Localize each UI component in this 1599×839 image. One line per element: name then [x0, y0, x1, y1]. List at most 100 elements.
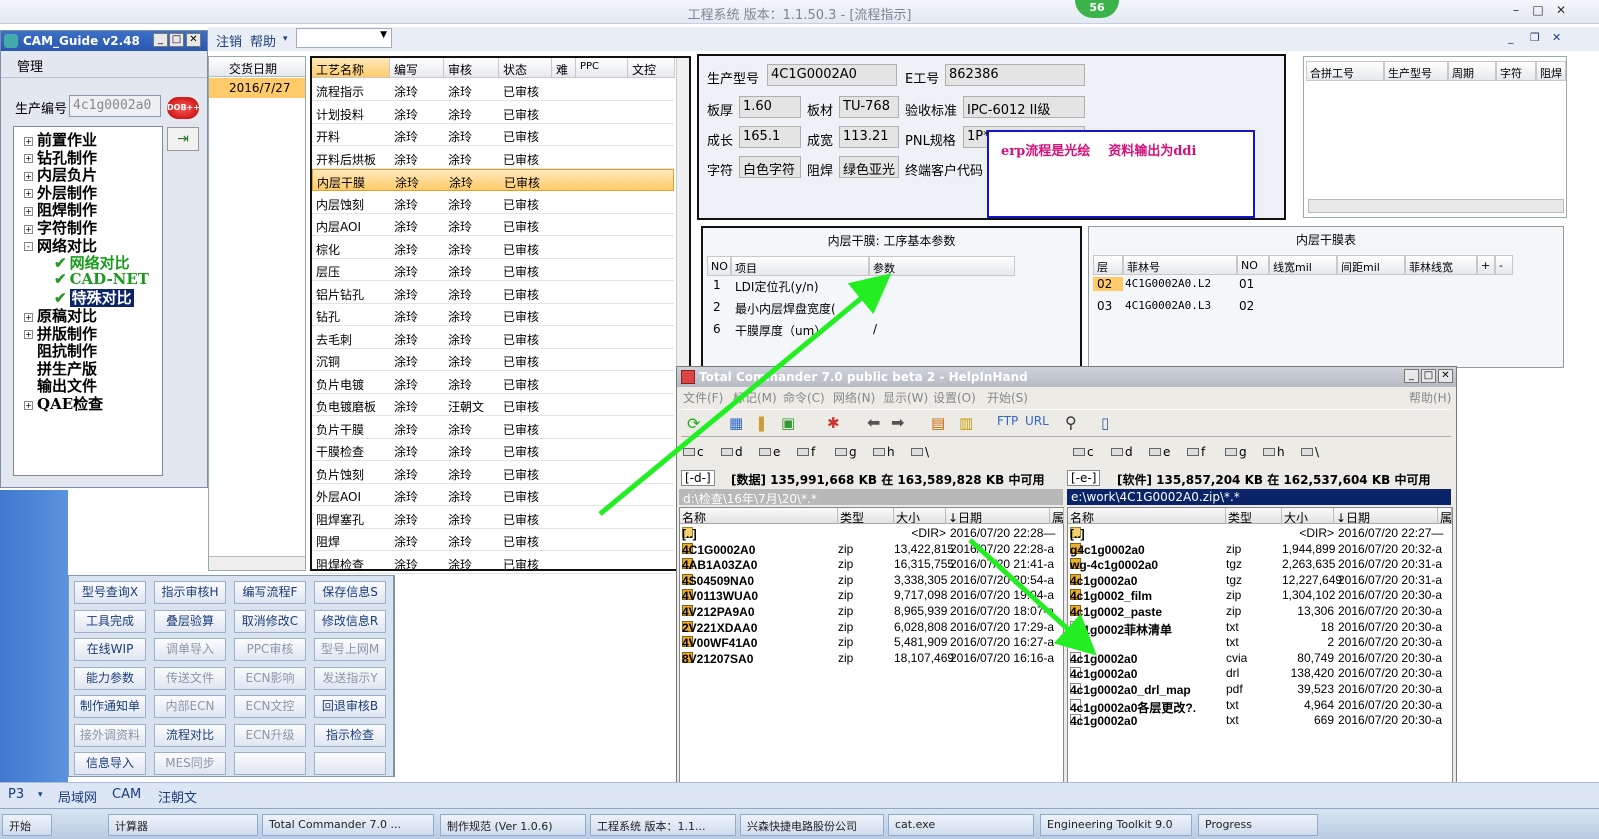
process-row[interactable]: 负片干膜 涂玲 涂玲 已审核	[312, 417, 674, 439]
column-header[interactable]: 大小	[894, 508, 946, 524]
file-row[interactable]: 4c1g0002a0 txt 669 2016/07/20 20:30-a	[1068, 712, 1452, 728]
param-value[interactable]: N	[873, 278, 882, 292]
drive-button[interactable]: e	[759, 445, 780, 459]
taskbar-item[interactable]: 开始	[2, 814, 52, 836]
cam-minimize-button[interactable]: _	[153, 33, 168, 47]
tc-minimize-button[interactable]: _	[1404, 369, 1419, 383]
prod-number-input[interactable]: 4c1g0002a0	[69, 95, 161, 117]
column-header[interactable]: 项目	[731, 256, 869, 276]
field-value[interactable]: 白色字符	[739, 156, 801, 178]
process-row[interactable]: 内层蚀刻 涂玲 涂玲 已审核	[312, 192, 674, 214]
column-header[interactable]: 名称	[680, 508, 838, 524]
left-drive-select[interactable]: [-d-]	[681, 470, 715, 486]
column-header[interactable]: 字符	[1496, 61, 1536, 81]
view-icon[interactable]: ▦	[729, 414, 743, 432]
action-button[interactable]: 能力参数	[74, 666, 146, 690]
process-row[interactable]: 负片电镀 涂玲 涂玲 已审核	[312, 372, 674, 394]
action-button[interactable]	[234, 752, 306, 775]
tc-menu-item[interactable]: 文件(F)	[683, 389, 723, 406]
column-header[interactable]: 参数	[869, 256, 1015, 276]
drive-button[interactable]: g	[1225, 445, 1247, 459]
notepad-icon[interactable]: ▯	[1101, 414, 1109, 432]
expand-toggle-icon[interactable]: +	[24, 154, 33, 164]
process-row[interactable]: 铝片钻孔 涂玲 涂玲 已审核	[312, 282, 674, 304]
file-row[interactable]: 8V21207SA0 zip 18,107,469 2016/07/20 16:16-…	[680, 650, 1064, 666]
taskbar-item[interactable]: Progress	[1198, 814, 1318, 836]
column-header[interactable]: 合拼工号	[1306, 61, 1384, 81]
drive-button[interactable]: h	[873, 445, 895, 459]
menu-combo[interactable]: ▼	[296, 28, 392, 48]
taskbar-item[interactable]: 兴森快捷电路股份公司	[740, 814, 884, 836]
tc-maximize-button[interactable]: □	[1421, 369, 1436, 383]
column-header[interactable]: 文控	[628, 58, 675, 78]
column-header[interactable]: 间距mil	[1337, 255, 1405, 275]
drive-button[interactable]: \	[1301, 445, 1319, 459]
drive-button[interactable]: f	[1187, 445, 1205, 459]
unpack-icon[interactable]: ▥	[959, 414, 973, 432]
action-button[interactable]: 指示审核H	[154, 581, 226, 604]
taskbar-item[interactable]: 工程系统 版本：1.1...	[590, 814, 736, 836]
action-button[interactable]: 指示检查	[314, 723, 386, 747]
action-button[interactable]: ECN影响	[234, 666, 306, 690]
file-row[interactable]: 4c1g0002a0 drl 138,420 2016/07/20 20:30-a	[1068, 665, 1452, 681]
process-row[interactable]: 干膜检查 涂玲 涂玲 已审核	[312, 439, 674, 461]
action-button[interactable]: 制作通知单	[74, 695, 146, 718]
expand-toggle-icon[interactable]: +	[24, 206, 33, 216]
column-header[interactable]: 大小	[1282, 508, 1334, 524]
process-row[interactable]: 阻焊塞孔 涂玲 涂玲 已审核	[312, 507, 674, 529]
expand-toggle-icon[interactable]: +	[24, 400, 33, 410]
field-value[interactable]: IPC-6012 II级	[963, 96, 1085, 118]
expand-toggle-icon[interactable]: +	[24, 136, 33, 146]
tc-menu-item[interactable]: 命令(C)	[783, 389, 825, 406]
column-header[interactable]: 层	[1093, 255, 1123, 275]
process-row[interactable]: 钻孔 涂玲 涂玲 已审核	[312, 304, 674, 326]
thumbnail-icon[interactable]: ▣	[781, 414, 795, 432]
ftp-icon[interactable]: FTP	[997, 414, 1018, 428]
tc-menu-item[interactable]: 标记(M)	[733, 389, 777, 406]
refresh-icon[interactable]: ⟳	[687, 414, 700, 433]
file-row[interactable]: 4c1g0002a0各层更改?. txt 4,964 2016/07/20 20:30…	[1068, 697, 1452, 715]
file-row[interactable]: 4c1g0002_film zip 1,304,102 2016/07/20 20:3…	[1068, 587, 1452, 603]
file-row[interactable]: 4S04509NA0 zip 3,338,305 2016/07/20 20:54-a	[680, 572, 1064, 588]
left-path-bar[interactable]: d:\检查\16年\7月\20\*.*	[679, 489, 1063, 506]
column-header[interactable]: 阻焊	[1536, 61, 1566, 81]
process-row[interactable]: 内层AOI 涂玲 涂玲 已审核	[312, 214, 674, 236]
process-row[interactable]: 阻焊 涂玲 涂玲 已审核	[312, 529, 674, 551]
drive-button[interactable]: e	[1149, 445, 1170, 459]
process-row[interactable]: 去毛刺 涂玲 涂玲 已审核	[312, 327, 674, 349]
action-button[interactable]: 取消修改C	[234, 609, 306, 633]
file-row[interactable]: 4c1g0002_paste zip 13,306 2016/07/20 20:30-…	[1068, 603, 1452, 619]
search-icon[interactable]: ⚲	[1065, 413, 1077, 432]
column-header[interactable]: 属	[1438, 508, 1452, 524]
column-header[interactable]: ↓日期	[946, 508, 1050, 524]
film-layer[interactable]: 03	[1093, 299, 1123, 313]
tab-user[interactable]: 汪朝文	[158, 787, 197, 806]
drive-button[interactable]: c	[1073, 445, 1094, 459]
file-row[interactable]: 4c1g0002a0_drl_map pdf 39,523 2016/07/20 20…	[1068, 681, 1452, 697]
action-button[interactable]: 调单导入	[154, 638, 226, 661]
expand-toggle-icon[interactable]: +	[24, 330, 33, 340]
action-button[interactable]: 信息导入	[74, 752, 146, 775]
file-row[interactable]: 4AB1A03ZA0 zip 16,315,755 2016/07/20 21:41-…	[680, 556, 1064, 572]
tab-lan[interactable]: 局域网	[58, 787, 97, 806]
exit-icon[interactable]: ⇥	[167, 127, 199, 151]
expand-toggle-icon[interactable]: +	[24, 189, 33, 199]
cam-menu-manage[interactable]: 管理	[17, 56, 43, 75]
field-value[interactable]: 862386	[945, 64, 1085, 86]
taskbar-item[interactable]: 制作规范 (Ver 1.0.6)	[440, 814, 586, 836]
field-value[interactable]: TU-768	[839, 96, 899, 118]
tc-menu-item[interactable]: 设置(O)	[933, 389, 976, 406]
field-value[interactable]: 1.60	[739, 96, 801, 118]
column-header[interactable]: 属	[1050, 508, 1064, 524]
action-button[interactable]: 修改信息R	[314, 609, 386, 633]
cam-close-button[interactable]: ✕	[186, 33, 201, 47]
taskbar-item[interactable]: cat.exe	[888, 814, 1034, 836]
column-header[interactable]: 难	[552, 58, 576, 78]
field-value[interactable]: 4C1G0002A0	[767, 64, 897, 86]
column-header[interactable]: PPC	[576, 58, 628, 78]
action-button[interactable]: 回退审核B	[314, 695, 386, 718]
process-row[interactable]: 负电镀磨板 涂玲 汪朝文 已审核	[312, 394, 674, 416]
action-button[interactable]: 传送文件	[154, 666, 226, 690]
field-value[interactable]: 165.1	[739, 126, 801, 148]
film-layer[interactable]: 02	[1093, 277, 1123, 291]
